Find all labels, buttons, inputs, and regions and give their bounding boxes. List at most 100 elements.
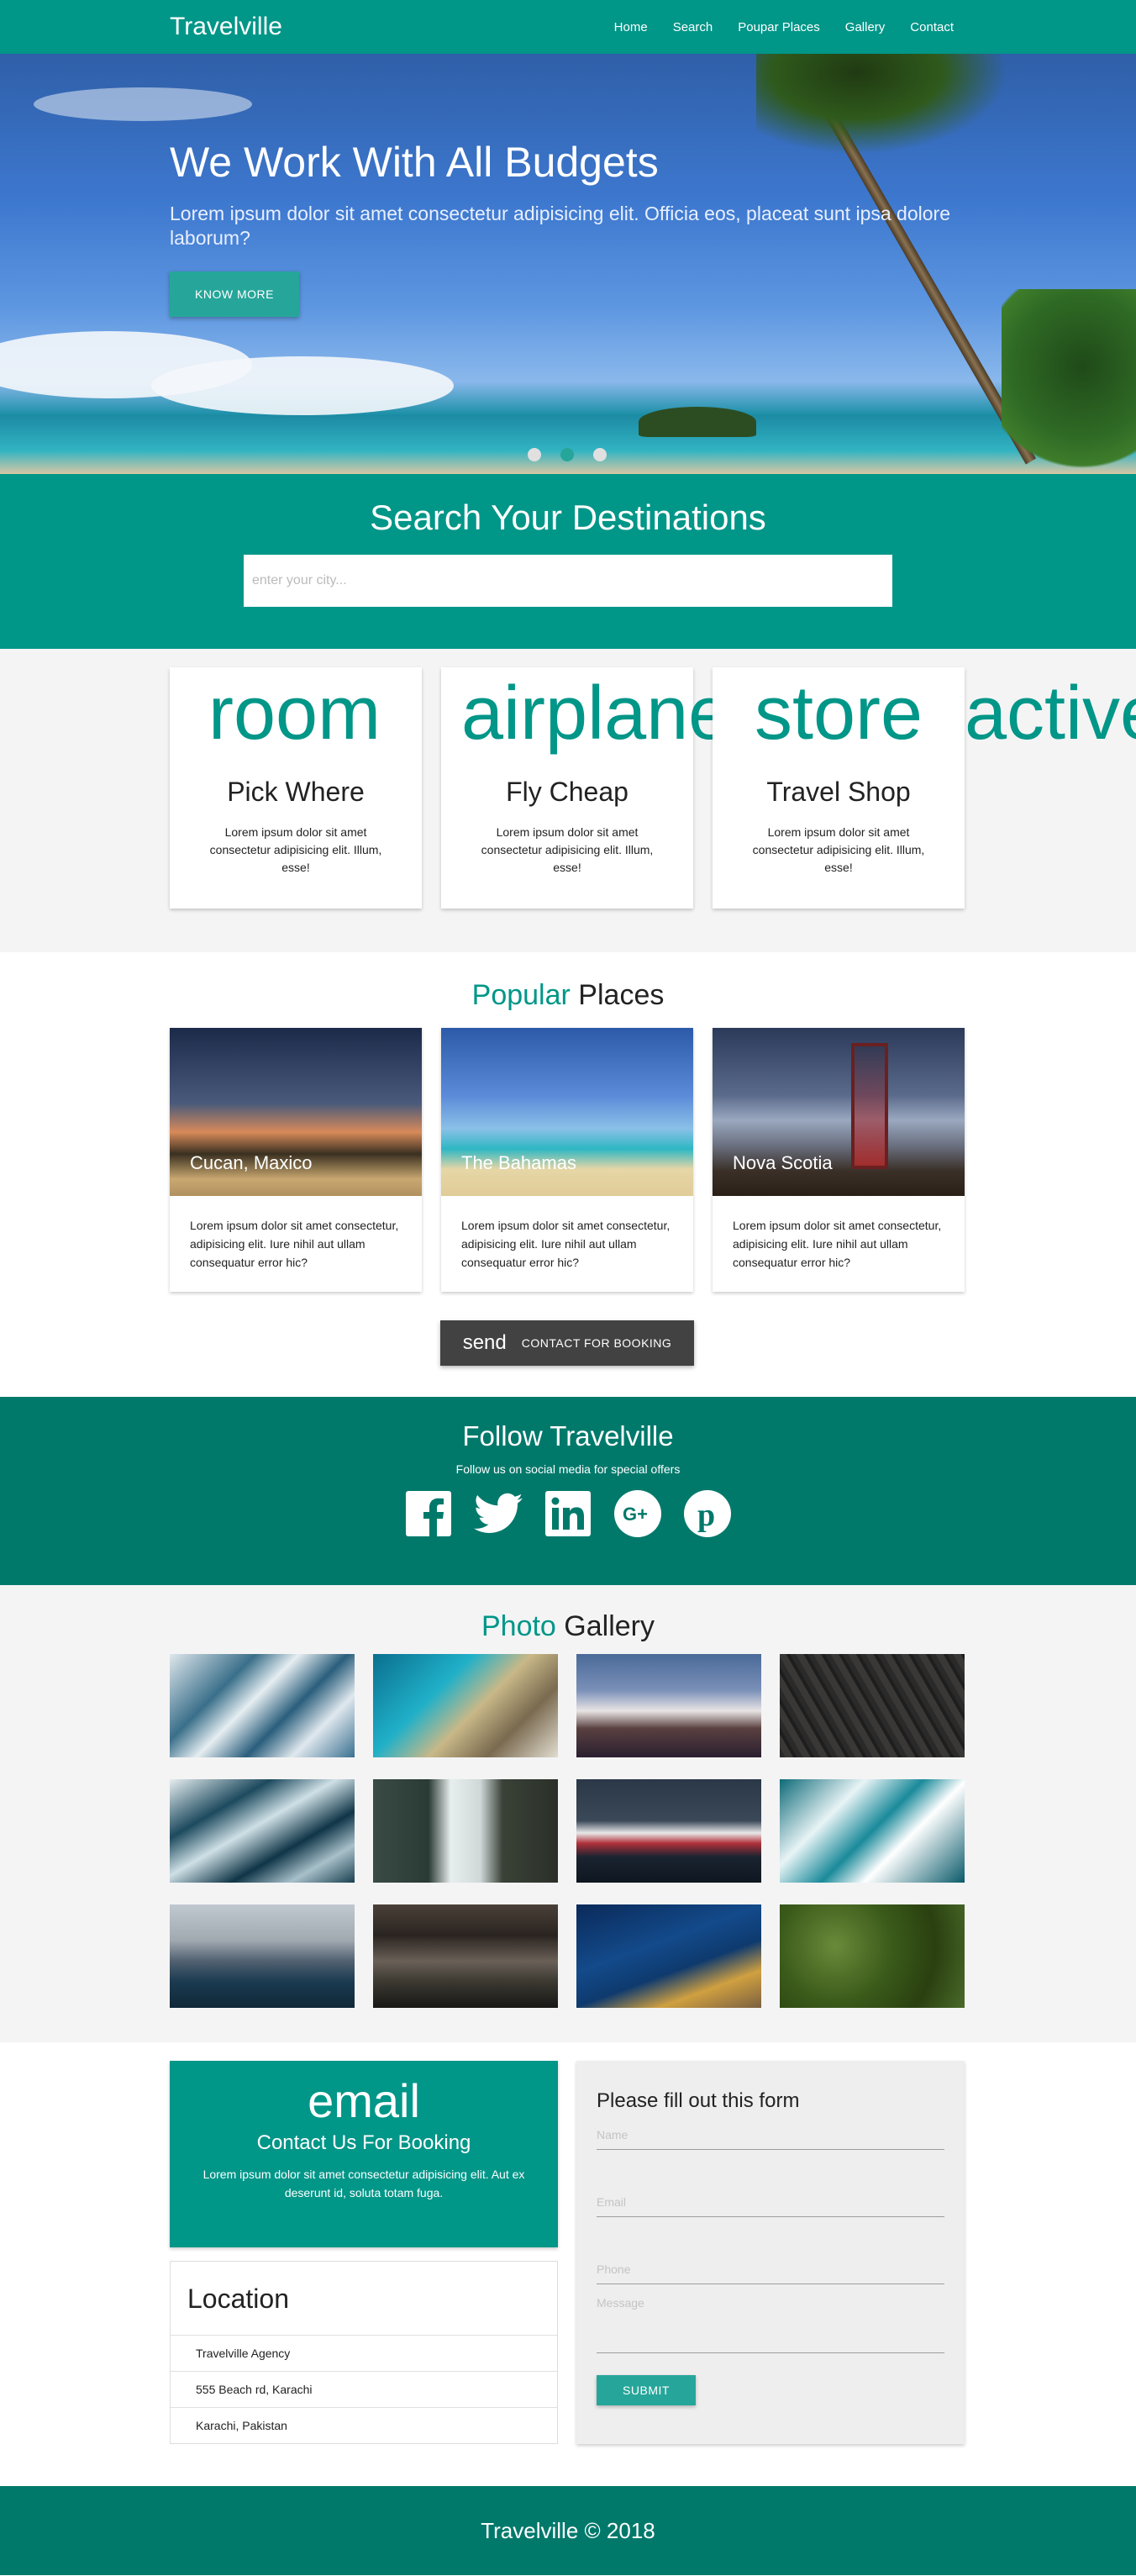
nav-item-contact[interactable]: Contact — [897, 20, 966, 34]
send-icon: send — [462, 1331, 507, 1354]
message-field[interactable] — [597, 2296, 944, 2338]
place-image: Cucan, Maxico — [170, 1028, 422, 1196]
pinterest-icon[interactable]: p — [683, 1489, 732, 1538]
phone-field[interactable] — [597, 2263, 944, 2276]
nav-item-gallery[interactable]: Gallery — [833, 20, 898, 34]
gallery-photo-waterfall[interactable] — [373, 1779, 558, 1883]
nav-item-popular-places[interactable]: Poupar Places — [725, 20, 833, 34]
hero-caption: We Work With All Budgets Lorem ipsum dol… — [170, 138, 976, 317]
airplane-icon: airplane — [461, 672, 731, 756]
gallery-photo-ferry[interactable] — [576, 1779, 761, 1883]
follow-title: Follow Travelville — [462, 1420, 674, 1451]
lantern-image — [851, 1043, 888, 1169]
gallery-photo-city-coast[interactable] — [373, 1654, 558, 1757]
place-card-cucan[interactable]: Cucan, Maxico Lorem ipsum dolor sit amet… — [170, 1028, 422, 1292]
gallery-photo-valley[interactable] — [373, 1904, 558, 2008]
twitter-icon[interactable] — [474, 1489, 523, 1538]
popular-heading-rest: Places — [578, 979, 665, 1011]
hero-title: We Work With All Budgets — [170, 139, 659, 186]
gallery-grid — [170, 1654, 965, 2008]
nav-menu: Home Search Poupar Places Gallery Contac… — [602, 20, 966, 34]
email-field[interactable] — [597, 2195, 944, 2209]
feature-text: Lorem ipsum dolor sit amet consectetur a… — [209, 825, 382, 874]
form-title: Please fill out this form — [597, 2089, 800, 2112]
email-icon: email — [308, 2074, 420, 2127]
gallery-heading-rest: Gallery — [564, 1610, 655, 1642]
place-image: The Bahamas — [441, 1028, 693, 1196]
submit-button[interactable]: SUBMIT — [597, 2375, 696, 2405]
popular-places-section: Popular Places Cucan, Maxico Lorem ipsum… — [0, 952, 1136, 1397]
hero-island — [639, 407, 756, 437]
place-card-nova-scotia[interactable]: Nova Scotia Lorem ipsum dolor sit amet c… — [713, 1028, 965, 1292]
follow-section: Follow Travelville Follow us on social m… — [0, 1397, 1136, 1585]
contact-section: email Contact Us For Booking Lorem ipsum… — [0, 2042, 1136, 2486]
gallery-photo-ocean-aerial[interactable] — [170, 1779, 355, 1883]
message-field-wrapper — [597, 2284, 944, 2353]
gallery-photo-cracked-earth[interactable] — [780, 1654, 965, 1757]
feature-title: Travel Shop — [766, 777, 911, 807]
gallery-photo-waves[interactable] — [170, 1654, 355, 1757]
email-field-wrapper — [597, 2150, 944, 2217]
phone-field-wrapper — [597, 2217, 944, 2284]
know-more-button[interactable]: KNOW MORE — [170, 271, 299, 317]
slider-indicators — [528, 448, 607, 461]
slider-dot-3[interactable] — [593, 448, 607, 461]
hero-cloud — [34, 87, 252, 121]
place-image: Nova Scotia — [713, 1028, 965, 1196]
social-links: G+ p — [0, 1489, 1136, 1538]
location-item: 555 Beach rd, Karachi — [171, 2372, 557, 2408]
contact-card-text: Lorem ipsum dolor sit amet consectetur a… — [202, 2168, 525, 2199]
slider-dot-1[interactable] — [528, 448, 541, 461]
google-plus-icon[interactable]: G+ — [613, 1489, 662, 1538]
place-name: Nova Scotia — [733, 1152, 833, 1173]
footer: Travelville © 2018 — [0, 2486, 1136, 2575]
place-text: Lorem ipsum dolor sit amet consectetur, … — [190, 1219, 399, 1269]
location-item: Karachi, Pakistan — [196, 2419, 287, 2432]
hero-cloud — [151, 356, 454, 415]
contact-card-title: Contact Us For Booking — [256, 2131, 471, 2154]
brand-logo[interactable]: Travelville — [170, 13, 282, 41]
room-icon: room — [208, 672, 381, 756]
feature-title: Fly Cheap — [506, 777, 628, 807]
hero-trees — [1002, 289, 1136, 474]
gallery-photo-fjord[interactable] — [170, 1904, 355, 2008]
place-name: Cucan, Maxico — [190, 1152, 313, 1173]
name-field[interactable] — [597, 2128, 944, 2141]
gallery-photo-surf[interactable] — [780, 1779, 965, 1883]
place-text: Lorem ipsum dolor sit amet consectetur, … — [733, 1219, 942, 1269]
store-icon: store — [755, 672, 923, 756]
contact-info-card: email Contact Us For Booking Lorem ipsum… — [170, 2061, 558, 2247]
search-section: Search Your Destinations — [0, 474, 1136, 649]
button-label: CONTACT FOR BOOKING — [521, 1336, 672, 1350]
hero-slider: We Work With All Budgets Lorem ipsum dol… — [0, 54, 1136, 474]
active-icon: active — [965, 672, 1136, 756]
feature-card-pick-where: room Pick Where Lorem ipsum dolor sit am… — [170, 667, 422, 909]
svg-text:p: p — [697, 1498, 715, 1533]
gallery-photo-forest[interactable] — [780, 1904, 965, 2008]
location-title: Location — [171, 2262, 557, 2336]
location-item: Travelville Agency — [171, 2336, 557, 2372]
gallery-photo-cliff-sea[interactable] — [576, 1904, 761, 2008]
hero-sea — [0, 415, 1136, 474]
place-card-bahamas[interactable]: The Bahamas Lorem ipsum dolor sit amet c… — [441, 1028, 693, 1292]
linkedin-icon[interactable] — [544, 1489, 592, 1538]
gallery-photo-mountains[interactable] — [576, 1654, 761, 1757]
feature-card-fly-cheap: airplane Fly Cheap Lorem ipsum dolor sit… — [441, 667, 730, 909]
nav-item-search[interactable]: Search — [660, 20, 726, 34]
nav-item-home[interactable]: Home — [602, 20, 660, 34]
location-list: Location Travelville Agency 555 Beach rd… — [170, 2261, 558, 2444]
booking-form: Please fill out this form SUBMIT — [576, 2061, 965, 2444]
feature-text: Lorem ipsum dolor sit amet consectetur a… — [481, 825, 654, 874]
popular-heading: Popular Places — [0, 952, 1136, 1012]
photo-gallery-section: Photo Gallery — [0, 1585, 1136, 2042]
follow-subtitle: Follow us on social media for special of… — [455, 1462, 681, 1476]
svg-text:G+: G+ — [623, 1504, 648, 1525]
popular-heading-accent: Popular — [471, 979, 571, 1011]
slider-dot-2[interactable] — [560, 448, 574, 461]
top-navbar: Travelville Home Search Poupar Places Ga… — [0, 0, 1136, 54]
place-name: The Bahamas — [461, 1152, 576, 1173]
hero-subtitle: Lorem ipsum dolor sit amet consectetur a… — [170, 203, 950, 249]
facebook-icon[interactable] — [404, 1489, 453, 1538]
contact-for-booking-button[interactable]: send CONTACT FOR BOOKING — [440, 1320, 694, 1366]
city-search-input[interactable] — [244, 555, 892, 607]
